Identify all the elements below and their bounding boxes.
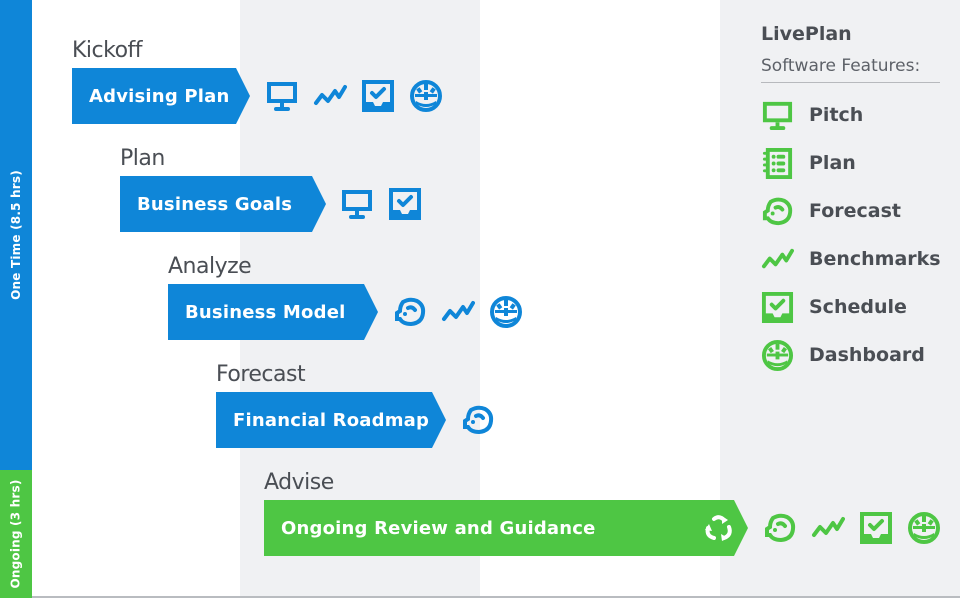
benchmarks-icon bbox=[441, 295, 475, 329]
schedule-icon bbox=[388, 187, 422, 221]
plan-icon bbox=[761, 147, 794, 180]
dashboard-icon bbox=[761, 339, 794, 372]
forecast-icon bbox=[763, 511, 797, 545]
ongoing-phase-label: Ongoing (3 hrs) bbox=[9, 479, 24, 589]
benchmarks-icon bbox=[811, 511, 845, 545]
legend-item-dashboard: Dashboard bbox=[761, 338, 925, 372]
legend-item-schedule: Schedule bbox=[761, 290, 907, 324]
legend-divider bbox=[761, 82, 940, 83]
schedule-icon bbox=[361, 79, 395, 113]
legend-label: Schedule bbox=[809, 296, 907, 318]
schedule-icon bbox=[761, 291, 794, 324]
legend-item-benchmarks: Benchmarks bbox=[761, 242, 941, 276]
step-ongoing-review: Ongoing Review and Guidance bbox=[264, 500, 748, 556]
step-financial-roadmap: Financial Roadmap bbox=[216, 392, 446, 448]
step-label: Business Model bbox=[185, 301, 346, 323]
forecast-icon bbox=[461, 403, 495, 437]
one-time-phase-label: One Time (8.5 hrs) bbox=[9, 170, 24, 300]
step-business-goals: Business Goals bbox=[120, 176, 326, 232]
dashboard-icon bbox=[907, 511, 941, 545]
benchmarks-icon bbox=[761, 243, 794, 276]
pitch-icon bbox=[265, 79, 299, 113]
legend-label: Pitch bbox=[809, 104, 864, 126]
legend-label: Dashboard bbox=[809, 344, 925, 366]
legend-label: Plan bbox=[809, 152, 856, 174]
legend-label: Forecast bbox=[809, 200, 901, 222]
pitch-icon bbox=[340, 187, 374, 221]
legend-item-forecast: Forecast bbox=[761, 194, 901, 228]
legend-title: LivePlan bbox=[761, 23, 852, 45]
benchmarks-icon bbox=[313, 79, 347, 113]
stage-title-analyze: Analyze bbox=[168, 254, 252, 279]
ongoing-phase-bar: Ongoing (3 hrs) bbox=[0, 470, 32, 598]
recycle-icon bbox=[702, 511, 736, 545]
one-time-phase-bar: One Time (8.5 hrs) bbox=[0, 0, 32, 470]
stage-title-forecast: Forecast bbox=[216, 362, 306, 387]
step-label: Financial Roadmap bbox=[233, 409, 430, 431]
step-label: Business Goals bbox=[137, 193, 293, 215]
stage-title-plan: Plan bbox=[120, 146, 165, 171]
forecast-icon bbox=[761, 195, 794, 228]
step-label: Advising Plan bbox=[89, 85, 230, 107]
stage-title-kickoff: Kickoff bbox=[72, 38, 143, 63]
pitch-icon bbox=[761, 99, 794, 132]
legend-item-pitch: Pitch bbox=[761, 98, 863, 132]
legend-item-plan: Plan bbox=[761, 146, 856, 180]
step-business-model: Business Model bbox=[168, 284, 378, 340]
step-label: Ongoing Review and Guidance bbox=[281, 517, 596, 539]
step-advising-plan: Advising Plan bbox=[72, 68, 250, 124]
dashboard-icon bbox=[489, 295, 523, 329]
stage-title-advise: Advise bbox=[264, 470, 334, 495]
forecast-icon bbox=[393, 295, 427, 329]
schedule-icon bbox=[859, 511, 893, 545]
dashboard-icon bbox=[409, 79, 443, 113]
legend-label: Benchmarks bbox=[809, 248, 941, 270]
legend-subtitle: Software Features: bbox=[761, 56, 921, 76]
